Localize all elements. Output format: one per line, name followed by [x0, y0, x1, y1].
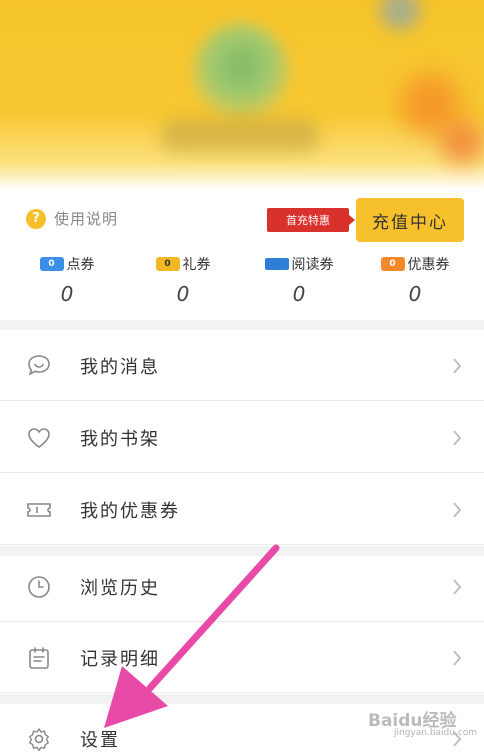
clock-icon — [26, 574, 52, 600]
point-ticket-icon: 0 — [39, 257, 64, 271]
coupon-count: 0 — [408, 282, 422, 306]
coupon-read[interactable]: 阅读券 0 — [244, 254, 354, 306]
menu-item-coupons[interactable]: 我的优惠券 — [0, 475, 484, 545]
coupon-count: 0 — [292, 282, 306, 306]
section-divider — [0, 694, 484, 704]
menu-label: 设置 — [80, 730, 120, 751]
chevron-right-icon — [450, 354, 464, 378]
coupon-label: 点券 — [66, 257, 95, 273]
chevron-right-icon — [450, 426, 464, 450]
question-icon: ? — [26, 208, 46, 229]
avatar[interactable] — [192, 22, 290, 120]
coupon-gift[interactable]: 0 礼券 0 — [128, 254, 238, 306]
menu-label: 我的书架 — [80, 428, 160, 450]
chevron-right-icon — [450, 646, 464, 670]
coupon-count: 0 — [60, 282, 74, 306]
menu-label: 浏览历史 — [80, 577, 160, 599]
menu-item-records[interactable]: 记录明细 — [0, 623, 484, 693]
calendar-icon — [26, 645, 52, 671]
menu-item-history[interactable]: 浏览历史 — [0, 552, 484, 622]
recharge-center-button[interactable]: 充值中心 — [356, 198, 464, 242]
heart-icon — [26, 425, 52, 451]
coupon-icon — [26, 497, 52, 523]
help-link[interactable]: ? 使用说明 — [26, 208, 118, 229]
gift-ticket-icon: 0 — [155, 257, 180, 271]
menu-item-messages[interactable]: 我的消息 — [0, 331, 484, 401]
username-blurred — [160, 118, 320, 152]
read-ticket-icon — [264, 258, 289, 270]
coupon-summary: 0 点券 0 0 礼券 0 阅读券 0 0 优惠券 0 — [0, 254, 484, 306]
gear-icon — [26, 726, 52, 752]
message-icon — [26, 353, 52, 379]
profile-banner — [0, 0, 484, 190]
blurred-decoration — [440, 120, 484, 164]
chevron-right-icon — [450, 498, 464, 522]
menu-label: 我的优惠券 — [80, 500, 180, 522]
menu-label: 我的消息 — [80, 356, 160, 378]
blurred-decoration — [380, 0, 420, 30]
coupon-label: 阅读券 — [291, 257, 334, 273]
section-divider — [0, 320, 484, 330]
watermark-url: jingyan.baidu.com — [394, 728, 478, 738]
menu-item-bookshelf[interactable]: 我的书架 — [0, 403, 484, 473]
chevron-right-icon — [450, 575, 464, 599]
help-label: 使用说明 — [54, 210, 119, 228]
coupon-count: 0 — [176, 282, 190, 306]
coupon-point[interactable]: 0 点券 0 — [12, 254, 122, 306]
menu-label: 记录明细 — [80, 648, 160, 670]
first-recharge-tag: 首充特惠 — [267, 208, 355, 232]
discount-ticket-icon: 0 — [380, 257, 405, 271]
coupon-label: 优惠券 — [407, 257, 450, 273]
coupon-discount[interactable]: 0 优惠券 0 — [360, 254, 470, 306]
coupon-label: 礼券 — [182, 257, 211, 273]
